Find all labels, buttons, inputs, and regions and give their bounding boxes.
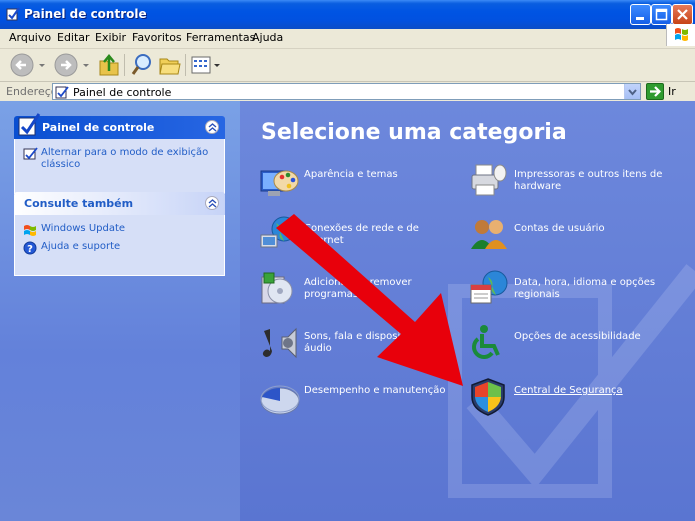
menu-arquivo[interactable]: Arquivo — [9, 31, 51, 44]
see-also-title: Consulte também — [24, 197, 134, 210]
views-icon[interactable] — [190, 51, 222, 79]
users-icon — [471, 220, 507, 249]
windows-update-label: Windows Update — [41, 223, 126, 234]
switch-classic-view-label: Alternar para o modo de exibição clássic… — [41, 147, 209, 170]
menu-editar[interactable]: Editar — [57, 31, 90, 44]
title-bar[interactable]: Painel de controle — [0, 0, 695, 29]
help-support-label: Ajuda e suporte — [41, 241, 121, 252]
toolbar — [0, 49, 695, 82]
folders-icon[interactable] — [158, 51, 182, 79]
chevron-down-icon — [628, 89, 637, 96]
minimize-icon — [636, 17, 644, 20]
control-panel-icon — [6, 7, 20, 21]
address-value: Painel de controle — [73, 86, 172, 99]
close-button[interactable] — [672, 4, 693, 25]
page-title: Selecione uma categoria — [261, 120, 567, 145]
category-add-remove-label: Adicionar ou remover programas — [304, 277, 412, 300]
minimize-button[interactable] — [630, 4, 651, 25]
address-field[interactable]: Painel de controle — [52, 83, 641, 100]
close-icon — [677, 9, 688, 20]
category-accessibility[interactable]: Opções de acessibilidade — [468, 323, 663, 363]
double-chevron-up-icon — [208, 123, 217, 132]
double-chevron-up-icon — [208, 199, 217, 208]
category-date-time[interactable]: Data, hora, idioma e opções regionais — [468, 269, 663, 309]
go-button[interactable] — [646, 83, 664, 100]
category-security-center-label: Central de Segurança — [514, 385, 623, 396]
address-label: Endereço — [6, 85, 58, 98]
control-panel-box-title: Painel de controle — [42, 121, 155, 134]
classic-view-icon — [23, 147, 38, 160]
window-title: Painel de controle — [24, 7, 147, 21]
task-pane: Painel de controle Alternar para o modo … — [0, 101, 240, 521]
date-time-icon — [470, 270, 508, 304]
control-panel-box-header[interactable]: Painel de controle — [14, 113, 225, 139]
menu-ferramentas[interactable]: Ferramentas — [186, 31, 255, 44]
category-printers[interactable]: Impressoras e outros itens de hardware — [468, 161, 663, 201]
appearance-icon — [260, 170, 299, 196]
category-users[interactable]: Contas de usuário — [468, 215, 663, 255]
category-accessibility-label: Opções de acessibilidade — [514, 331, 641, 342]
control-panel-large-icon — [18, 113, 41, 136]
accessibility-icon — [472, 325, 500, 359]
windows-logo-icon — [666, 24, 695, 46]
control-panel-small-icon — [55, 86, 69, 99]
network-icon — [260, 216, 297, 248]
menu-exibir[interactable]: Exibir — [95, 31, 126, 44]
menu-bar: Arquivo Editar Exibir Favoritos Ferramen… — [0, 29, 695, 49]
help-support-link[interactable]: ? Ajuda e suporte — [23, 241, 216, 257]
category-appearance[interactable]: Aparência e temas — [258, 161, 453, 201]
printer-icon — [471, 164, 507, 196]
help-icon: ? — [23, 241, 37, 255]
performance-icon — [260, 385, 300, 415]
control-panel-box: Painel de controle Alternar para o modo … — [14, 113, 225, 194]
category-users-label: Contas de usuário — [514, 223, 605, 234]
svg-text:?: ? — [27, 244, 33, 255]
security-shield-icon — [471, 378, 505, 416]
sounds-icon — [262, 327, 297, 359]
category-sounds-label: Sons, fala e dispositivos de áudio — [304, 331, 440, 354]
category-security-center[interactable]: Central de Segurança — [468, 377, 663, 417]
switch-classic-view-link[interactable]: Alternar para o modo de exibição clássic… — [23, 147, 216, 171]
see-also-header[interactable]: Consulte também — [14, 192, 225, 215]
maximize-icon — [655, 8, 668, 21]
category-add-remove[interactable]: Adicionar ou remover programas — [258, 269, 453, 309]
category-sounds[interactable]: Sons, fala e dispositivos de áudio — [258, 323, 453, 363]
control-panel-window: Painel de controle Arquivo Editar Exibir… — [0, 0, 695, 521]
collapse-button[interactable] — [205, 120, 219, 134]
control-panel-box-body: Alternar para o modo de exibição clássic… — [14, 139, 225, 194]
go-arrow-icon — [650, 86, 662, 97]
forward-icon[interactable] — [54, 51, 94, 79]
category-network[interactable]: Conexões de rede e de Internet — [258, 215, 453, 255]
category-date-time-label: Data, hora, idioma e opções regionais — [514, 277, 656, 300]
go-label[interactable]: Ir — [668, 85, 676, 98]
category-network-label: Conexões de rede e de Internet — [304, 223, 419, 246]
category-printers-label: Impressoras e outros itens de hardware — [514, 169, 663, 192]
up-folder-icon[interactable] — [97, 51, 121, 79]
address-bar: Endereço Painel de controle Ir — [0, 82, 695, 101]
address-dropdown-button[interactable] — [624, 84, 640, 99]
see-also-body: Windows Update ? Ajuda e suporte — [14, 215, 225, 276]
menu-ajuda[interactable]: Ajuda — [252, 31, 283, 44]
search-icon[interactable] — [130, 51, 154, 79]
see-also-collapse-button[interactable] — [205, 196, 219, 210]
back-icon[interactable] — [8, 51, 48, 79]
menu-favoritos[interactable]: Favoritos — [132, 31, 182, 44]
windows-update-link[interactable]: Windows Update — [23, 223, 216, 239]
category-appearance-label: Aparência e temas — [304, 169, 398, 180]
maximize-button[interactable] — [651, 4, 672, 25]
add-remove-icon — [261, 272, 293, 304]
category-performance-label: Desempenho e manutenção — [304, 385, 446, 396]
category-performance[interactable]: Desempenho e manutenção — [258, 377, 453, 417]
see-also-box: Consulte também Windows Update ? Ajuda e… — [14, 192, 225, 276]
windows-update-icon — [24, 225, 36, 236]
content-area: Painel de controle Alternar para o modo … — [0, 101, 695, 521]
category-pane: Selecione uma categoria Aparência e tema… — [240, 101, 695, 521]
